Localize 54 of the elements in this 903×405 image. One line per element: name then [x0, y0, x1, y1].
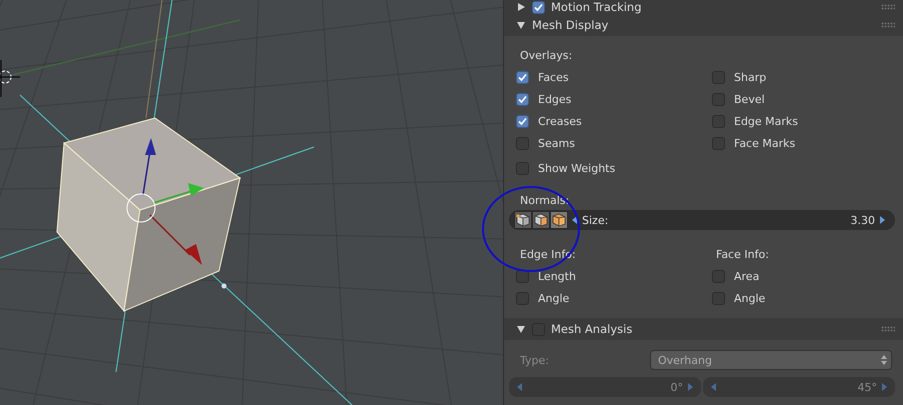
checkbox[interactable] — [516, 292, 529, 304]
checkbox[interactable] — [712, 270, 725, 282]
checkbox[interactable] — [516, 70, 529, 84]
expand-triangle-icon[interactable] — [516, 20, 526, 30]
checkbox[interactable] — [516, 92, 529, 106]
checkbox-label: Angle — [734, 292, 766, 304]
checkbox-label: Length — [538, 270, 576, 282]
checkbox-label: Creases — [538, 114, 582, 128]
panel-title[interactable]: Mesh Display — [532, 18, 608, 32]
slider-label: Size: — [582, 214, 608, 226]
cube-icon — [552, 213, 566, 227]
grip-icon[interactable] — [881, 22, 895, 28]
cube-icon — [516, 213, 530, 227]
checkbox[interactable] — [712, 92, 725, 106]
grip-icon[interactable] — [881, 4, 895, 10]
checkbox-label: Edges — [538, 92, 572, 106]
expand-triangle-icon[interactable] — [516, 324, 526, 334]
checkbox[interactable] — [532, 0, 545, 14]
field-label: Type: — [519, 354, 550, 366]
checkbox-label: Sharp — [734, 70, 766, 84]
checkbox-label: Bevel — [734, 92, 765, 106]
section-label: Face Info: — [715, 247, 770, 263]
decrement-arrow-icon[interactable] — [711, 383, 717, 391]
decrement-arrow-icon[interactable] — [517, 383, 523, 391]
increment-arrow-icon[interactable] — [687, 383, 693, 391]
checkbox-label: Show Weights — [538, 162, 616, 174]
increment-arrow-icon[interactable] — [881, 383, 887, 391]
checkbox[interactable] — [712, 136, 725, 150]
panel-title[interactable]: Mesh Analysis — [551, 322, 632, 336]
checkbox-label: Area — [734, 270, 760, 282]
normals-toggle-button[interactable] — [532, 211, 550, 229]
cube-icon — [534, 213, 548, 227]
slider-value: 3.30 — [850, 214, 875, 226]
normals-toggle-button[interactable] — [550, 211, 568, 229]
checkbox[interactable] — [516, 114, 529, 128]
section-label: Overlays: — [519, 48, 574, 64]
checkbox-label: Seams — [538, 136, 575, 150]
size-slider[interactable]: Size: 3.30 — [509, 210, 895, 230]
grip-icon[interactable] — [881, 326, 895, 332]
checkbox[interactable] — [516, 162, 529, 174]
collapse-triangle-icon[interactable] — [516, 2, 526, 12]
checkbox[interactable] — [516, 136, 529, 150]
checkbox-label: Angle — [538, 292, 570, 304]
checkbox-label: Face Marks — [734, 136, 796, 150]
checkbox-label: Faces — [538, 70, 569, 84]
normals-toggle-button[interactable] — [514, 211, 532, 229]
viewport-3d-drawing[interactable] — [0, 0, 503, 405]
checkbox[interactable] — [712, 70, 725, 84]
checkbox-label: Edge Marks — [734, 114, 798, 128]
checkbox[interactable] — [712, 114, 725, 128]
decrement-arrow-icon[interactable] — [572, 216, 578, 224]
checkbox[interactable] — [712, 292, 725, 304]
updown-arrows-icon — [881, 354, 887, 366]
increment-arrow-icon[interactable] — [879, 216, 885, 224]
